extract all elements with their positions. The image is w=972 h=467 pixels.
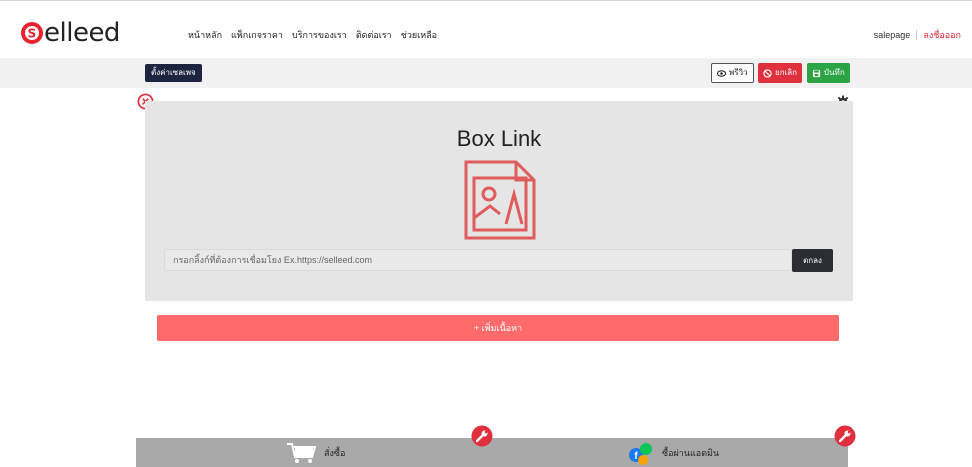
save-button[interactable]: บันทึก [807, 63, 850, 83]
nav-home[interactable]: หน้าหลัก [188, 28, 222, 42]
wrench-icon[interactable] [834, 425, 856, 447]
confirm-link-button[interactable]: ตกลง [792, 249, 833, 272]
eye-icon [717, 69, 726, 77]
ban-icon [763, 68, 772, 78]
box-title: Box Link [456, 126, 542, 151]
top-divider [0, 0, 972, 1]
preview-label: พรีวิว [729, 68, 748, 77]
wrench-icon[interactable] [471, 425, 493, 447]
order-label: สั่งซื้อ [324, 447, 346, 458]
admin-order-item[interactable]: f ซื้อผ่านแอดมิน [628, 438, 719, 467]
image-placeholder-icon[interactable] [454, 156, 544, 246]
admin-order-label: ซื้อผ่านแอดมิน [662, 447, 720, 458]
floppy-icon [812, 69, 821, 77]
cancel-label: ยกเลิก [775, 68, 798, 77]
save-label: บันทึก [824, 68, 845, 77]
user-nav: salepage ลงชื่อออก [874, 28, 961, 42]
preview-button[interactable]: พรีวิว [711, 63, 754, 83]
nav-help[interactable]: ช่วยเหลือ [401, 28, 437, 42]
link-url-input[interactable]: กรอกลิ้งก์ที่ต้องการเชื่อมโยง Ex.https:/… [164, 249, 792, 271]
salepage-settings-button[interactable]: ตั้งค่าเซลเพจ [145, 64, 202, 82]
nav-services[interactable]: บริการของเรา [292, 28, 347, 42]
brand-name: elleed [44, 18, 120, 48]
nav-pricing[interactable]: แพ็กเกจราคา [231, 28, 283, 42]
selleed-logo[interactable]: S elleed [20, 18, 120, 48]
logo-mark-icon: S [21, 22, 43, 44]
main-nav: หน้าหลัก แพ็กเกจราคา บริการของเรา ติดต่อ… [188, 28, 437, 42]
editor-toolbar: ตั้งค่าเซลเพจ พรีวิว ยกเลิก บันทึก [0, 58, 972, 88]
logo-letter: S [28, 27, 37, 41]
navbar: S elleed หน้าหลัก แพ็กเกจราคา บริการของเ… [0, 8, 972, 56]
bottom-action-bar: สั่งซื้อ f ซื้อผ่านแอดมิน [136, 425, 856, 467]
box-link-block: Box Link กรอกลิ้งก์ที่ต้องการเชื่อมโยง E… [145, 101, 853, 301]
username-link[interactable]: salepage [874, 30, 918, 40]
cart-icon [287, 442, 316, 463]
cancel-button[interactable]: ยกเลิก [758, 63, 803, 83]
logout-link[interactable]: ลงชื่อออก [923, 28, 961, 42]
nav-contact[interactable]: ติดต่อเรา [356, 28, 392, 42]
add-content-button[interactable]: + เพิ่มเนื้อหา [157, 315, 839, 341]
chat-apps-icon: f [629, 442, 652, 465]
order-item[interactable]: สั่งซื้อ [286, 438, 345, 467]
